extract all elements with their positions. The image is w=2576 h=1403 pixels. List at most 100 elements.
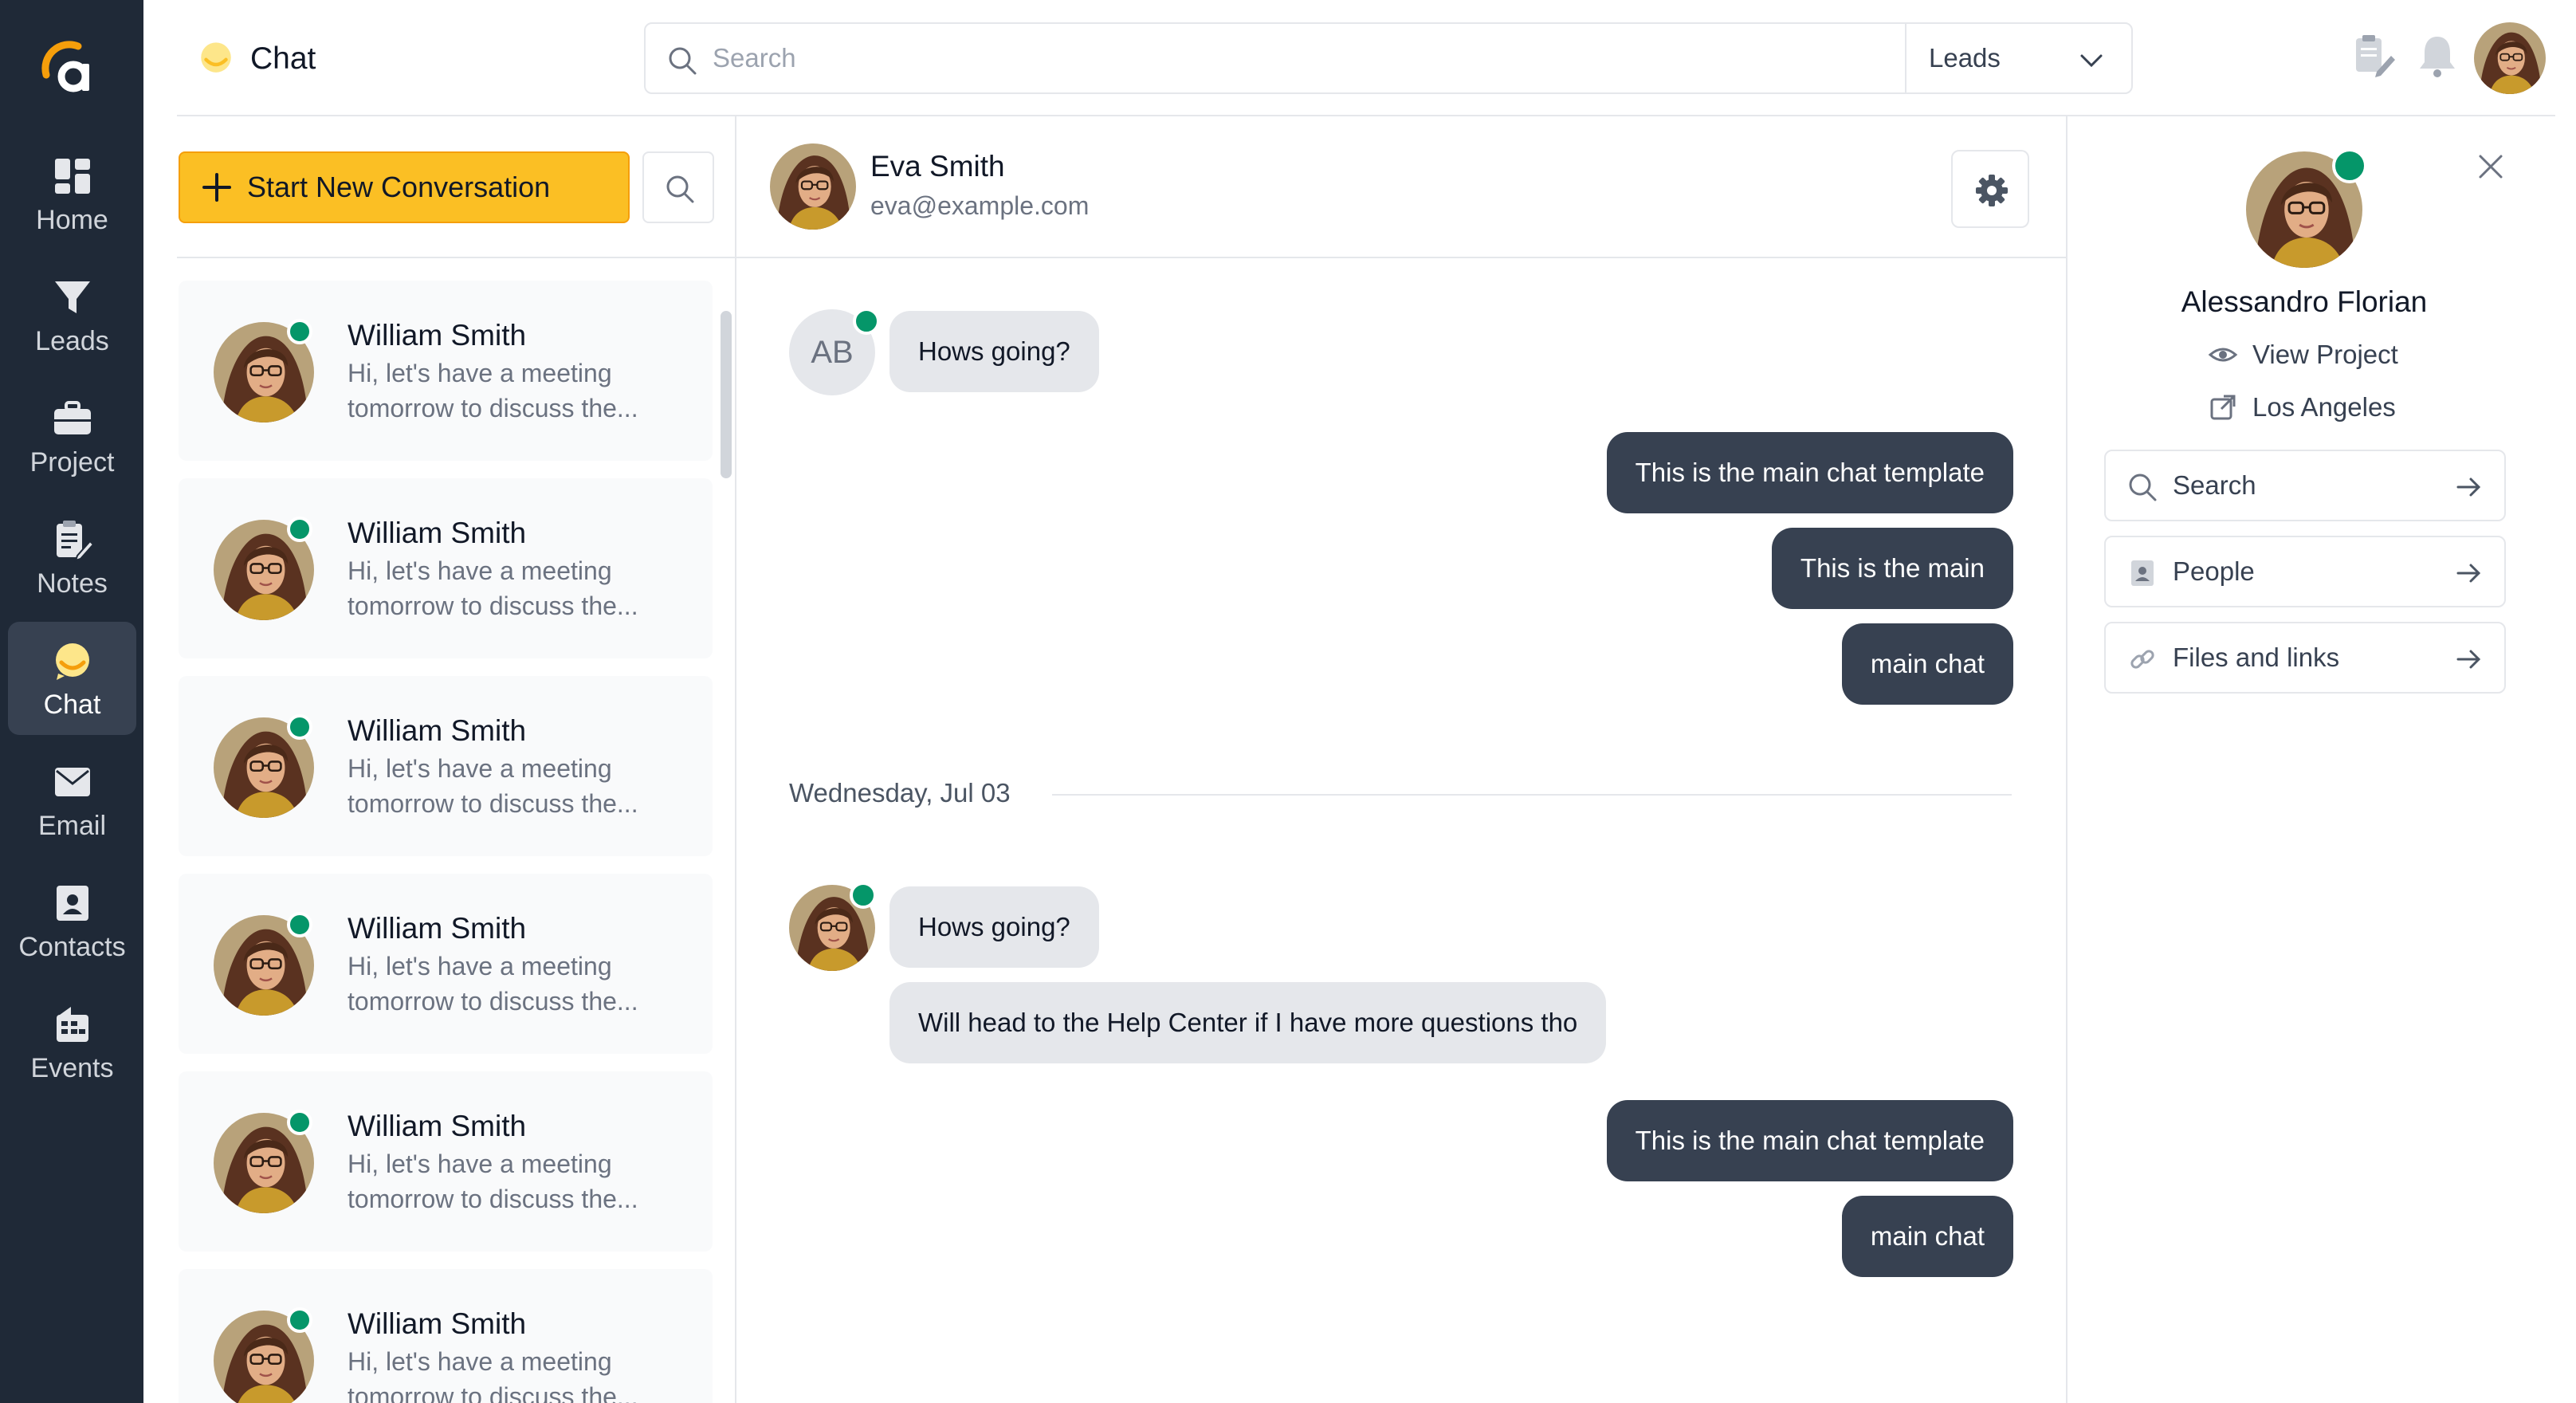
filter-icon [54, 281, 90, 313]
conversation-preview: Hi, let's have a meeting tomorrow to dis… [348, 1347, 638, 1403]
message-bubble-outgoing: This is the main chat template [1606, 432, 2013, 513]
online-status-indicator [287, 714, 312, 740]
sidebar-item-label: Email [37, 811, 107, 841]
global-search-bar[interactable]: Search Leads [644, 22, 2133, 94]
contacts-icon [2131, 560, 2154, 586]
arrow-right-icon [2456, 477, 2481, 497]
conversation-item[interactable]: William Smith Hi, let's have a meeting t… [179, 281, 713, 461]
profile-action-label: Files and links [2173, 643, 2340, 672]
profile-name: Alessandro Florian [2181, 285, 2428, 318]
conversation-name: William Smith [348, 517, 527, 549]
divider [177, 115, 2555, 116]
date-separator: Wednesday, Jul 03 [789, 778, 1011, 808]
contacts-icon [56, 886, 88, 921]
sidebar-item-contacts[interactable]: Contacts [8, 864, 136, 977]
online-status-indicator [853, 308, 880, 335]
briefcase-icon [53, 401, 91, 434]
close-icon[interactable] [2476, 151, 2506, 182]
profile-action-people[interactable]: People [2104, 536, 2506, 607]
contact-avatar[interactable] [770, 143, 856, 230]
divider [1052, 794, 2012, 796]
divider [736, 257, 2067, 258]
gear-icon [1976, 175, 2008, 206]
bell-icon[interactable] [2415, 32, 2460, 80]
message-bubble-outgoing: main chat [1841, 1196, 2013, 1277]
conversation-item[interactable]: William Smith Hi, let's have a meeting t… [179, 874, 713, 1054]
conversation-name: William Smith [348, 714, 527, 747]
sidebar-item-label: Leads [35, 326, 109, 356]
view-project-label: View Project [2252, 340, 2398, 369]
conversation-search-button[interactable] [642, 151, 714, 223]
location-label: Los Angeles [2252, 392, 2396, 422]
chat-icon [201, 42, 231, 73]
start-new-conversation-label: Start New Conversation [247, 171, 551, 203]
online-status-indicator [287, 319, 312, 344]
view-project-link[interactable]: View Project [2208, 340, 2398, 370]
location-info: Los Angeles [2208, 392, 2396, 422]
conversation-preview: Hi, let's have a meeting tomorrow to dis… [348, 359, 638, 422]
online-status-indicator [287, 1307, 312, 1333]
profile-avatar [2246, 148, 2367, 268]
conversation-name: William Smith [348, 912, 527, 945]
sidebar-item-email[interactable]: Email [8, 743, 136, 856]
conversation-name: William Smith [348, 1307, 527, 1340]
start-new-conversation-button[interactable]: Start New Conversation [179, 151, 630, 223]
events-icon [56, 1007, 88, 1042]
search-scope-select[interactable]: Leads [1929, 43, 2001, 73]
message-bubble-outgoing: main chat [1841, 623, 2013, 705]
profile-action-files-and-links[interactable]: Files and links [2104, 622, 2506, 694]
conversation-preview: Hi, let's have a meeting tomorrow to dis… [348, 952, 638, 1016]
search-icon [666, 175, 694, 203]
sidebar-item-project[interactable]: Project [8, 379, 136, 493]
conversation-name: William Smith [348, 1110, 527, 1142]
sidebar-item-home[interactable]: Home [8, 137, 136, 250]
conversation-item[interactable]: William Smith Hi, let's have a meeting t… [179, 1269, 713, 1403]
sidebar-item-label: Home [36, 205, 108, 235]
message-bubble-outgoing: This is the main chat template [1606, 1100, 2013, 1181]
online-status-indicator [287, 1110, 312, 1135]
divider [177, 257, 736, 258]
sidebar-item-label: Contacts [18, 932, 126, 962]
message-bubble-outgoing: This is the main [1771, 528, 2013, 609]
online-status-indicator [850, 882, 877, 909]
conversation-preview: Hi, let's have a meeting tomorrow to dis… [348, 1150, 638, 1213]
sidebar-item-events[interactable]: Events [8, 985, 136, 1098]
user-avatar[interactable] [2474, 22, 2546, 94]
arrow-right-icon [2456, 650, 2481, 669]
conversation-item[interactable]: William Smith Hi, let's have a meeting t… [179, 1071, 713, 1252]
notes-icon[interactable] [2350, 32, 2397, 80]
sidebar-item-label: Chat [43, 690, 101, 720]
sender-avatar: AB [789, 308, 880, 395]
contact-name: Eva Smith [870, 150, 1005, 183]
online-status-indicator [287, 517, 312, 542]
chat-icon [55, 643, 89, 680]
message-bubble-incoming: Hows going? [889, 311, 1099, 392]
conversation-preview: Hi, let's have a meeting tomorrow to dis… [348, 556, 638, 620]
search-input[interactable]: Search [713, 43, 796, 73]
page-title: Chat [250, 41, 316, 76]
arrow-right-icon [2456, 564, 2481, 583]
online-status-indicator [287, 912, 312, 937]
chat-settings-button[interactable] [1951, 150, 2029, 228]
notes-icon [56, 521, 94, 562]
profile-action-search[interactable]: Search [2104, 450, 2506, 521]
app-logo[interactable] [40, 40, 100, 100]
conversation-item[interactable]: William Smith Hi, let's have a meeting t… [179, 478, 713, 658]
message-bubble-incoming: Will head to the Help Center if I have m… [889, 982, 1607, 1063]
conversation-preview: Hi, let's have a meeting tomorrow to dis… [348, 754, 638, 818]
sidebar-item-label: Notes [37, 568, 108, 599]
sidebar-item-notes[interactable]: Notes [8, 501, 136, 614]
plus-icon [202, 173, 231, 202]
sidebar-item-chat[interactable]: Chat [8, 622, 136, 735]
profile-action-label: People [2173, 556, 2255, 586]
chevron-down-icon[interactable] [2077, 46, 2106, 75]
sender-avatar [789, 882, 877, 971]
external-link-icon [2210, 395, 2236, 420]
sidebar-item-leads[interactable]: Leads [8, 258, 136, 371]
divider [2066, 116, 2067, 1403]
sidebar-item-label: Project [29, 447, 115, 477]
conversation-item[interactable]: William Smith Hi, let's have a meeting t… [179, 676, 713, 856]
link-icon [2130, 650, 2154, 669]
conversation-list-scrollbar[interactable] [721, 311, 732, 478]
profile-action-label: Search [2173, 470, 2256, 500]
